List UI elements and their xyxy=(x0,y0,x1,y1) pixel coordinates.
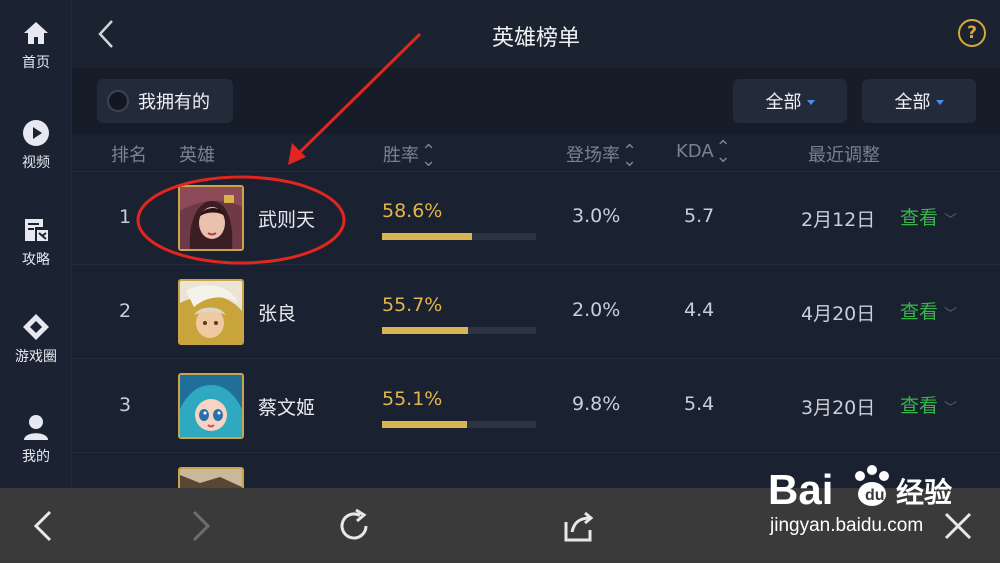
caret-down-icon xyxy=(806,100,815,105)
col-hero: 英雄 xyxy=(179,145,215,166)
adjust-date: 3月20日 xyxy=(801,397,876,419)
kda-value: 4.4 xyxy=(684,299,715,321)
sidebar-item-video[interactable]: 视频 xyxy=(0,100,72,190)
share-button[interactable] xyxy=(558,506,598,546)
sidebar-item-label: 视频 xyxy=(22,155,50,171)
sidebar-item-community[interactable]: 游戏圈 xyxy=(0,294,72,384)
win-rate-bar-fill xyxy=(382,421,467,428)
user-icon xyxy=(21,412,51,442)
watermark-brand-suffix: 经验 xyxy=(896,476,952,509)
browser-forward-button[interactable] xyxy=(180,506,220,546)
rank-value: 2 xyxy=(118,300,132,322)
help-button[interactable]: ? xyxy=(958,19,986,47)
col-pick-rate-label: 登场率 xyxy=(566,145,620,166)
win-rate-value: 58.6% xyxy=(382,200,443,222)
kda-value: 5.7 xyxy=(684,205,715,227)
rank-value: 1 xyxy=(118,206,132,228)
win-rate-value: 55.1% xyxy=(382,388,443,410)
sidebar-item-guide[interactable]: 攻略 xyxy=(0,197,72,287)
filter-bar: 我拥有的 全部 全部 xyxy=(72,68,1000,134)
adjust-date: 4月20日 xyxy=(801,303,876,325)
sort-icon: ⌃ ⌄ xyxy=(715,137,731,167)
guide-icon xyxy=(21,215,51,245)
sidebar-item-label: 攻略 xyxy=(22,252,50,268)
sort-icon: ⌃ ⌄ xyxy=(421,141,437,171)
watermark-site: jingyan.baidu.com xyxy=(770,515,924,536)
filter-dropdown-1[interactable]: 全部 xyxy=(733,79,847,123)
chevron-down-icon: ﹀ xyxy=(944,401,958,416)
browser-back-button[interactable] xyxy=(24,506,64,546)
radio-icon xyxy=(107,90,129,112)
kda-value: 5.4 xyxy=(684,393,715,415)
col-recent-adjust: 最近调整 xyxy=(808,145,880,166)
col-kda-sort[interactable]: KDA ⌃ ⌄ xyxy=(676,137,731,167)
hero-name: 武则天 xyxy=(258,209,316,231)
adjust-date: 2月12日 xyxy=(801,209,876,231)
dropdown-label: 全部 xyxy=(765,92,802,113)
hero-name: 蔡文姬 xyxy=(258,397,316,419)
pick-rate-value: 9.8% xyxy=(572,393,621,415)
sidebar-item-label: 首页 xyxy=(22,55,50,71)
paw-icon: du xyxy=(855,465,889,506)
hero-avatar xyxy=(178,467,244,488)
pick-rate-value: 3.0% xyxy=(572,205,621,227)
col-win-rate-label: 胜率 xyxy=(383,145,419,166)
view-label: 查看 xyxy=(900,395,939,417)
col-pick-rate-sort[interactable]: 登场率 ⌃ ⌄ xyxy=(566,141,638,171)
win-rate-bar-fill xyxy=(382,327,468,334)
view-button[interactable]: 查看 ﹀ xyxy=(900,203,957,230)
sort-icon: ⌃ ⌄ xyxy=(622,141,638,171)
owned-filter-toggle[interactable]: 我拥有的 xyxy=(97,79,233,123)
table-row[interactable]: 3 蔡文姬 55.1% 9.8% 5.4 3月20日 查看 ﹀ xyxy=(72,360,1000,453)
win-rate-bar xyxy=(382,421,536,428)
hero-avatar xyxy=(178,185,244,251)
owned-filter-label: 我拥有的 xyxy=(138,92,210,113)
pick-rate-value: 2.0% xyxy=(572,299,621,321)
page-title: 英雄榜单 xyxy=(491,26,580,51)
chevron-down-icon: ﹀ xyxy=(944,307,958,322)
hero-avatar xyxy=(178,373,244,439)
win-rate-bar xyxy=(382,233,536,240)
sidebar-item-me[interactable]: 我的 xyxy=(0,394,72,484)
table-header: 排名 英雄 胜率 ⌃ ⌄ 登场率 ⌃ ⌄ KDA ⌃ ⌄ 最近调整 xyxy=(72,134,1000,172)
sidebar-item-label: 游戏圈 xyxy=(15,349,57,365)
watermark-brand: Bai xyxy=(768,466,833,513)
table-row[interactable]: 1 武则天 58.6% 3.0% 5.7 2月12日 查看 ﹀ xyxy=(72,172,1000,265)
view-label: 查看 xyxy=(900,301,939,323)
view-button[interactable]: 查看 ﹀ xyxy=(900,297,957,324)
chevron-down-icon: ﹀ xyxy=(944,213,958,228)
svg-text:du: du xyxy=(865,487,885,504)
sidebar-item-label: 我的 xyxy=(22,449,50,465)
home-icon xyxy=(21,18,51,48)
play-icon xyxy=(21,118,51,148)
sidebar-nav: 首页 视频 攻略 游戏圈 我的 xyxy=(0,0,72,488)
view-button[interactable]: 查看 ﹀ xyxy=(900,391,957,418)
view-label: 查看 xyxy=(900,207,939,229)
table-row[interactable]: 2 张良 55.7% 2.0% 4.4 4月20日 查看 ﹀ xyxy=(72,266,1000,359)
hero-name: 张良 xyxy=(258,303,297,325)
refresh-button[interactable] xyxy=(334,506,374,546)
win-rate-bar-fill xyxy=(382,233,473,240)
community-icon xyxy=(21,312,51,342)
win-rate-bar xyxy=(382,327,536,334)
filter-dropdown-2[interactable]: 全部 xyxy=(862,79,976,123)
col-kda-label: KDA xyxy=(676,141,714,162)
caret-down-icon xyxy=(935,100,944,105)
dropdown-label: 全部 xyxy=(894,92,931,113)
sidebar-item-home[interactable]: 首页 xyxy=(0,0,72,90)
col-rank: 排名 xyxy=(111,145,147,166)
hero-avatar xyxy=(178,279,244,345)
top-header: 英雄榜单 ? xyxy=(72,0,1000,68)
rank-value: 3 xyxy=(118,394,132,416)
col-win-rate-sort[interactable]: 胜率 ⌃ ⌄ xyxy=(383,141,437,171)
win-rate-value: 55.7% xyxy=(382,294,443,316)
